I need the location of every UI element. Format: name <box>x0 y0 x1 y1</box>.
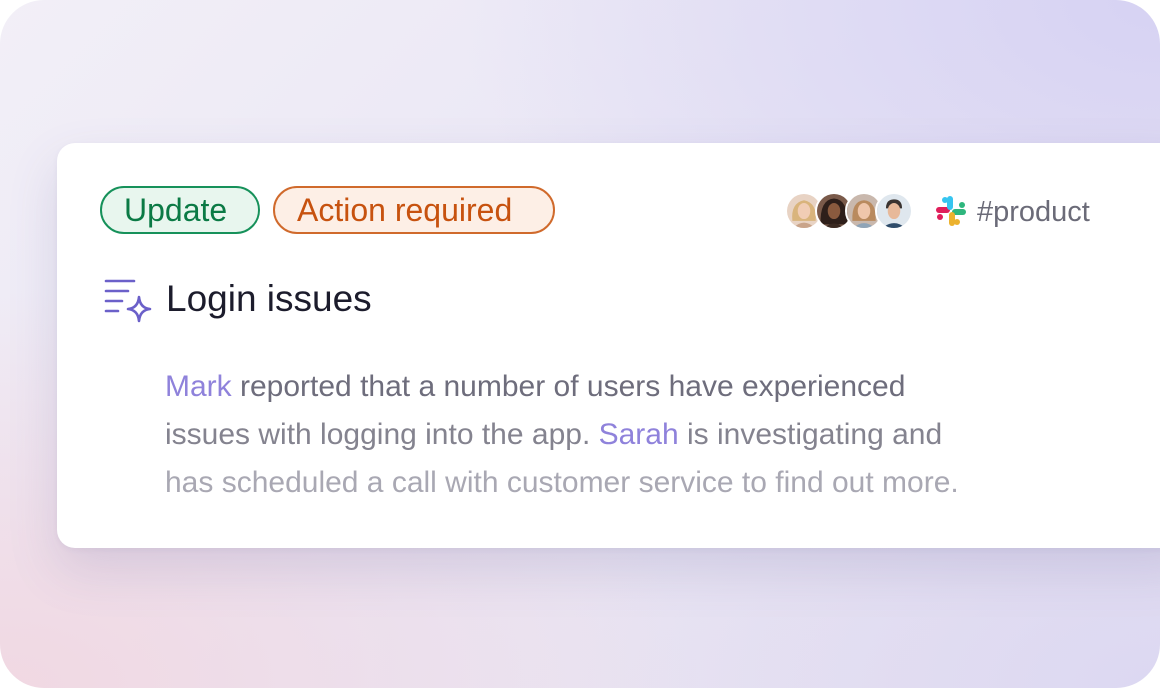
avatar[interactable] <box>875 192 913 230</box>
slack-icon <box>936 196 966 226</box>
background-frame: Update Action required #product Login is… <box>0 0 1160 688</box>
summary-line: Mark reported that a number of users hav… <box>165 363 1105 411</box>
mention-link[interactable]: Mark <box>165 370 232 403</box>
summary-text-segment: issues with logging into the app. <box>165 418 599 451</box>
participant-avatars[interactable] <box>785 192 915 230</box>
summary-line: has scheduled a call with customer servi… <box>165 466 959 499</box>
summary-text-segment: is investigating and <box>678 418 943 451</box>
summary-line: issues with logging into the app. Sarah … <box>165 411 1105 459</box>
summary-text-segment: reported that a number of users have exp… <box>231 370 906 403</box>
summary-text: Mark reported that a number of users hav… <box>165 363 1105 507</box>
update-tag[interactable]: Update <box>100 186 260 234</box>
channel-link[interactable]: #product <box>977 193 1090 231</box>
ai-summary-sparkle-icon <box>104 279 152 323</box>
mention-link[interactable]: Sarah <box>599 418 679 451</box>
summary-card[interactable]: Update Action required #product Login is… <box>57 143 1160 548</box>
action-required-tag[interactable]: Action required <box>273 186 555 234</box>
card-title: Login issues <box>166 278 372 319</box>
